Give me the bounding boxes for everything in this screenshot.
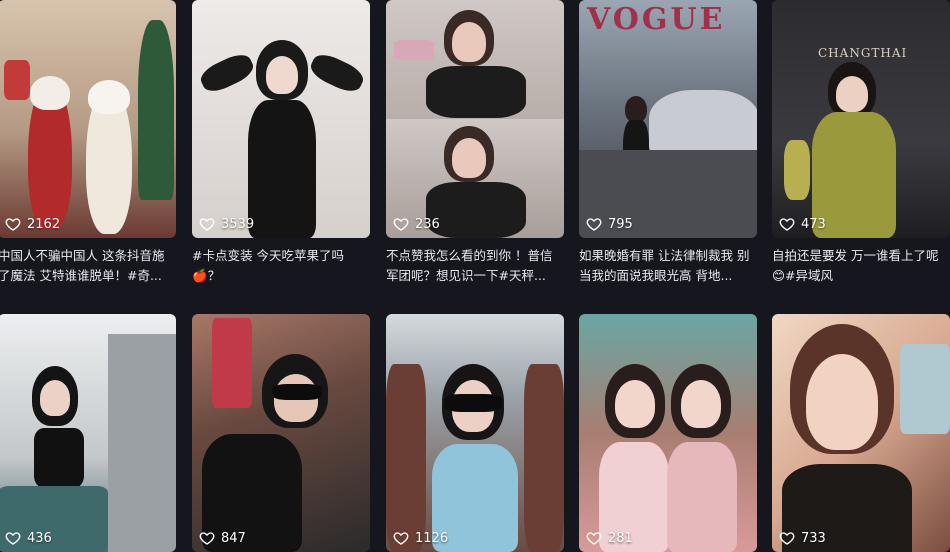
like-count-value: 1126 [415,530,449,546]
like-count: 2162 [5,216,60,232]
video-card[interactable]: 436 [0,314,176,552]
heart-icon [586,218,602,231]
video-card[interactable]: 1126 [386,314,564,552]
like-count-value: 795 [608,216,633,232]
like-count: 436 [5,530,52,546]
video-thumbnail[interactable]: 281 [579,314,757,552]
video-card[interactable]: VOGUE 795 如果晚婚有罪 让法律制裁我 别当我的面说我眼光高 背地... [579,0,757,286]
video-card[interactable]: 733 [772,314,950,552]
heart-icon [779,218,795,231]
like-count-value: 436 [27,530,52,546]
like-count: 3539 [199,216,254,232]
video-thumbnail[interactable]: 2162 [0,0,176,238]
like-count-value: 236 [415,216,440,232]
video-thumbnail[interactable]: VOGUE 795 [579,0,757,238]
video-card[interactable]: 236 不点赞我怎么看的到你 ！普信军团呢？想见识一下#天秤... [386,0,564,286]
video-caption[interactable]: #卡点变装 今天吃苹果了吗🍎？ [192,246,370,286]
like-count: 473 [779,216,826,232]
heart-icon [393,532,409,545]
video-card[interactable]: 281 [579,314,757,552]
video-thumbnail[interactable]: 436 [0,314,176,552]
video-thumbnail[interactable]: 1126 [386,314,564,552]
video-caption[interactable]: 如果晚婚有罪 让法律制裁我 别当我的面说我眼光高 背地... [579,246,757,286]
like-count: 1126 [393,530,448,546]
like-count: 795 [586,216,633,232]
video-card[interactable]: 2162 中国人不骗中国人 这条抖音施了魔法 艾特谁谁脱单！#奇... [0,0,176,286]
overlay-text: CHANGTHAI [818,46,908,60]
like-count: 733 [779,530,826,546]
video-caption[interactable]: 不点赞我怎么看的到你 ！普信军团呢？想见识一下#天秤... [386,246,564,286]
heart-icon [199,218,215,231]
heart-icon [393,218,409,231]
video-card[interactable]: 847 [192,314,370,552]
like-count: 236 [393,216,440,232]
video-card[interactable]: 3539 #卡点变装 今天吃苹果了吗🍎？ [192,0,370,286]
overlay-text: VOGUE [587,2,726,37]
video-thumbnail[interactable]: CHANGTHAI 473 [772,0,950,238]
video-thumbnail[interactable]: 236 [386,0,564,238]
video-card[interactable]: CHANGTHAI 473 自拍还是要发 万一谁看上了呢😊#异域风 [772,0,950,286]
heart-icon [5,218,21,231]
like-count: 281 [586,530,633,546]
video-thumbnail[interactable]: 847 [192,314,370,552]
like-count-value: 733 [801,530,826,546]
like-count: 847 [199,530,246,546]
heart-icon [586,532,602,545]
video-caption[interactable]: 中国人不骗中国人 这条抖音施了魔法 艾特谁谁脱单！#奇... [0,246,176,286]
like-count-value: 847 [221,530,246,546]
heart-icon [199,532,215,545]
video-thumbnail[interactable]: 3539 [192,0,370,238]
like-count-value: 2162 [27,216,61,232]
video-grid: 2162 中国人不骗中国人 这条抖音施了魔法 艾特谁谁脱单！#奇... 3539… [0,0,950,552]
video-thumbnail[interactable]: 733 [772,314,950,552]
like-count-value: 281 [608,530,633,546]
video-caption[interactable]: 自拍还是要发 万一谁看上了呢😊#异域风 [772,246,950,286]
like-count-value: 3539 [221,216,255,232]
heart-icon [779,532,795,545]
like-count-value: 473 [801,216,826,232]
heart-icon [5,532,21,545]
